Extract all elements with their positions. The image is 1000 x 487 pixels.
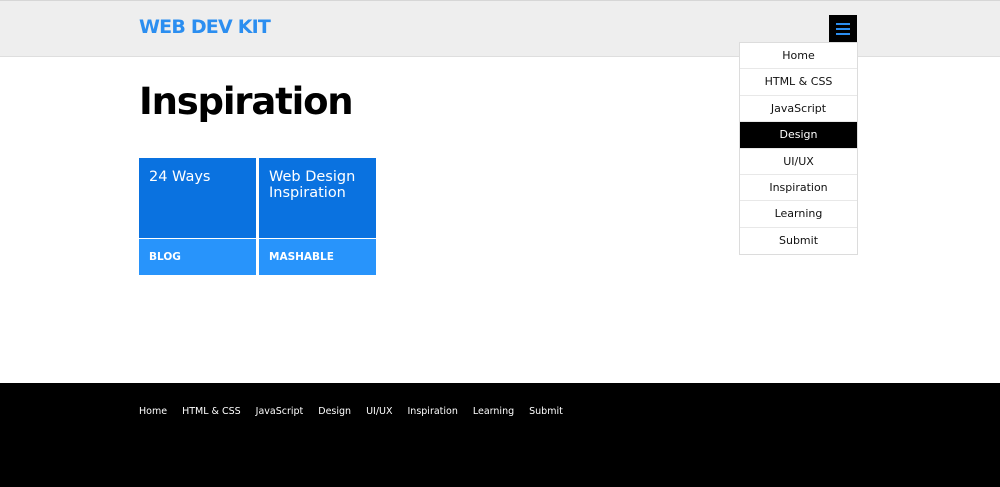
card-source: MASHABLE <box>269 251 334 263</box>
footer-link-html-css[interactable]: HTML & CSS <box>182 406 241 417</box>
footer-link-learning[interactable]: Learning <box>473 406 514 417</box>
card-top: 24 Ways <box>139 158 256 238</box>
footer-link-javascript[interactable]: JavaScript <box>256 406 304 417</box>
footer-link-inspiration[interactable]: Inspiration <box>408 406 458 417</box>
nav-dropdown-menu: Home HTML & CSS JavaScript Design UI/UX … <box>739 42 858 256</box>
footer-nav: Home HTML & CSS JavaScript Design UI/UX … <box>139 406 578 417</box>
menu-bar <box>836 23 850 25</box>
menu-bar <box>836 28 850 30</box>
page-title: Inspiration <box>139 80 354 123</box>
hamburger-menu-icon[interactable] <box>829 15 857 43</box>
card-bottom: BLOG <box>139 239 256 275</box>
dropdown-item-submit[interactable]: Submit <box>740 228 857 254</box>
dropdown-item-design[interactable]: Design <box>740 122 857 149</box>
resource-card-web-design-inspiration[interactable]: Web Design Inspiration MASHABLE <box>259 158 376 275</box>
dropdown-item-home[interactable]: Home <box>740 43 857 70</box>
menu-bar <box>836 33 850 35</box>
dropdown-item-ui-ux[interactable]: UI/UX <box>740 149 857 175</box>
footer-link-home[interactable]: Home <box>139 406 167 417</box>
resource-card-24-ways[interactable]: 24 Ways BLOG <box>139 158 256 275</box>
dropdown-item-html-css[interactable]: HTML & CSS <box>740 69 857 96</box>
card-title: 24 Ways <box>149 169 211 185</box>
footer-link-design[interactable]: Design <box>318 406 351 417</box>
card-top: Web Design Inspiration <box>259 158 376 238</box>
card-title: Web Design Inspiration <box>269 169 356 201</box>
dropdown-item-javascript[interactable]: JavaScript <box>740 96 857 123</box>
footer-link-ui-ux[interactable]: UI/UX <box>366 406 392 417</box>
page: WEB DEV KIT Home HTML & CSS JavaScript D… <box>0 0 1000 487</box>
card-source: BLOG <box>149 251 181 263</box>
site-logo[interactable]: WEB DEV KIT <box>139 16 271 38</box>
dropdown-item-inspiration[interactable]: Inspiration <box>740 175 857 202</box>
card-bottom: MASHABLE <box>259 239 376 275</box>
site-footer: Home HTML & CSS JavaScript Design UI/UX … <box>0 383 1000 487</box>
footer-link-submit[interactable]: Submit <box>529 406 563 417</box>
dropdown-item-learning[interactable]: Learning <box>740 201 857 228</box>
